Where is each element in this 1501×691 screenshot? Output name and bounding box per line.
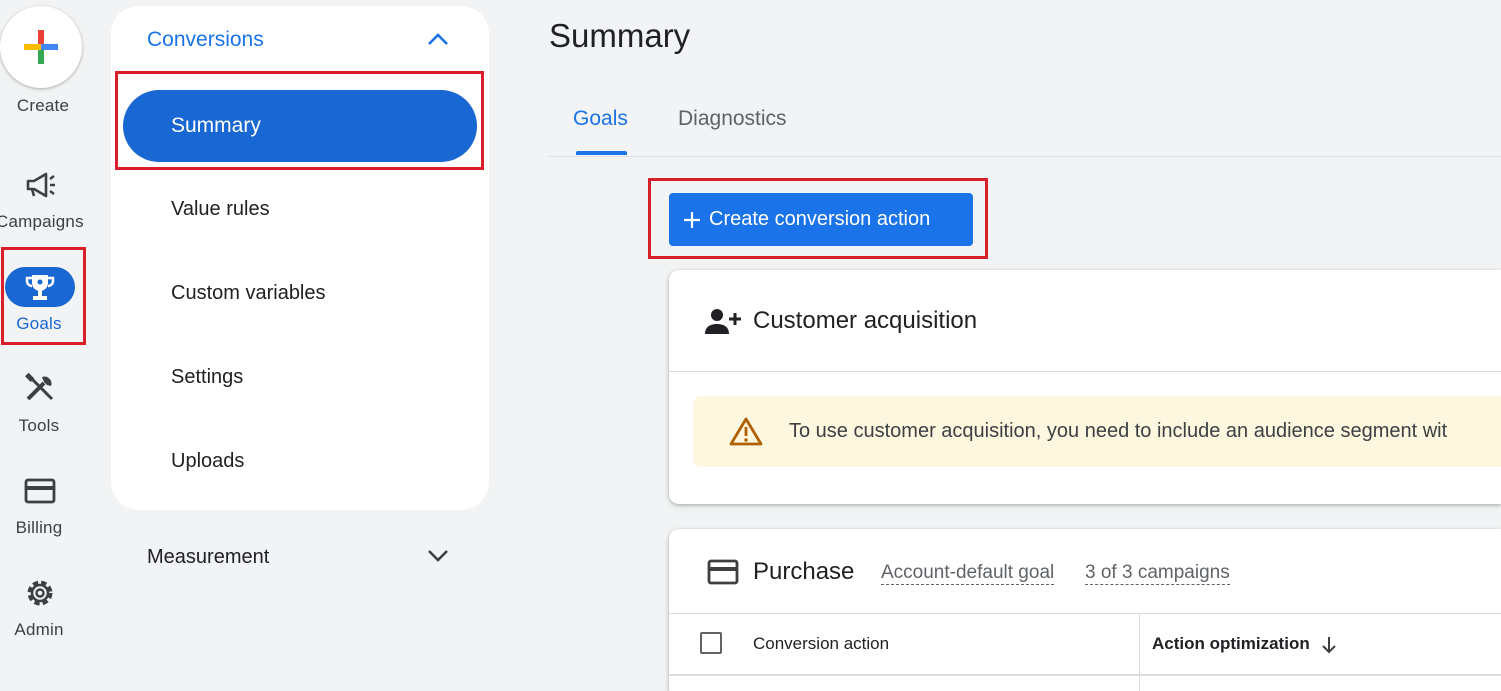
tab-divider <box>549 156 1501 157</box>
create-button[interactable] <box>0 6 82 88</box>
plus-icon <box>684 211 700 228</box>
customer-acquisition-card: Customer acquisition To use customer acq… <box>669 270 1501 504</box>
chevron-up-icon[interactable] <box>427 32 449 46</box>
plus-icon <box>24 30 58 64</box>
warning-text: To use customer acquisition, you need to… <box>789 420 1448 442</box>
rail-label-goals: Goals <box>16 314 62 333</box>
tab-diagnostics[interactable]: Diagnostics <box>678 107 787 131</box>
nav-item-summary[interactable]: Summary <box>123 90 477 162</box>
megaphone-icon <box>20 168 60 202</box>
credit-card-icon <box>707 559 739 585</box>
account-default-goal-link[interactable]: Account-default goal <box>881 562 1055 585</box>
nav-item-value-rules[interactable]: Value rules <box>171 198 270 221</box>
credit-card-icon <box>20 474 60 508</box>
purchase-title: Purchase <box>753 558 855 585</box>
nav-section-title[interactable]: Conversions <box>147 28 264 52</box>
card-divider <box>669 613 1501 614</box>
column-header-action-optimization[interactable]: Action optimization <box>1152 634 1310 654</box>
tools-icon <box>20 372 60 406</box>
sort-arrow-down-icon[interactable] <box>1321 636 1337 654</box>
trophy-icon <box>5 267 75 307</box>
nav-item-settings[interactable]: Settings <box>171 366 243 389</box>
create-conversion-action-label: Create conversion action <box>709 208 931 230</box>
warning-icon <box>729 417 763 446</box>
column-divider <box>1139 613 1140 691</box>
create-conversion-action-button[interactable]: Create conversion action <box>669 193 973 246</box>
rail-label-billing: Billing <box>15 518 63 537</box>
page-title: Summary <box>549 17 691 54</box>
active-tab-indicator <box>576 151 627 155</box>
rail-label-tools: Tools <box>18 416 60 435</box>
nav-section-measurement[interactable]: Measurement <box>147 546 269 569</box>
table-header-divider <box>669 674 1501 676</box>
nav-item-uploads[interactable]: Uploads <box>171 450 244 473</box>
person-add-icon <box>705 309 741 334</box>
purchase-card: Purchase Account-default goal 3 of 3 cam… <box>669 529 1501 691</box>
rail-label-admin: Admin <box>14 620 64 639</box>
gear-icon <box>20 576 60 610</box>
select-all-checkbox[interactable] <box>700 632 722 654</box>
warning-banner: To use customer acquisition, you need to… <box>693 396 1501 467</box>
left-rail: Create Campaigns Goals Tools Billing Adm… <box>0 0 86 691</box>
create-label: Create <box>16 96 70 115</box>
conversions-nav-panel: Conversions Summary Value rules Custom v… <box>111 6 489 510</box>
rail-label-campaigns: Campaigns <box>0 212 84 231</box>
tab-goals[interactable]: Goals <box>573 107 628 131</box>
card-divider <box>669 371 1501 372</box>
campaigns-count-link[interactable]: 3 of 3 campaigns <box>1085 562 1230 585</box>
column-header-conversion-action[interactable]: Conversion action <box>753 634 889 654</box>
nav-item-custom-variables[interactable]: Custom variables <box>171 282 326 305</box>
customer-acquisition-title: Customer acquisition <box>753 307 978 334</box>
chevron-down-icon[interactable] <box>427 549 449 563</box>
